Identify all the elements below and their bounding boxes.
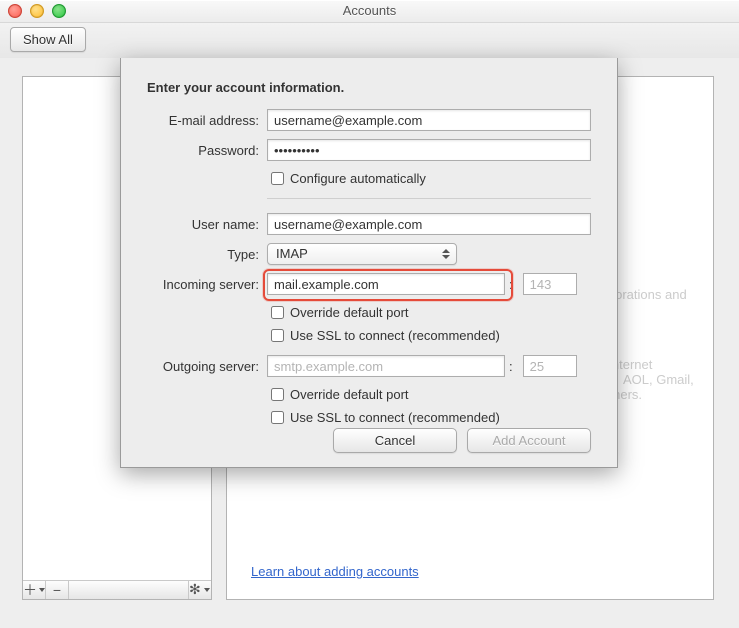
sidebar-footer: ＋ − xyxy=(23,580,211,599)
account-sheet: Enter your account information. E-mail a… xyxy=(120,58,618,468)
configure-auto-label: Configure automatically xyxy=(290,171,426,186)
email-label: E-mail address: xyxy=(147,113,259,128)
configure-auto-checkbox[interactable] xyxy=(271,172,284,185)
type-value: IMAP xyxy=(276,246,308,261)
username-field[interactable] xyxy=(267,213,591,235)
sheet-heading: Enter your account information. xyxy=(147,80,591,95)
override-port-label: Override default port xyxy=(290,305,409,320)
footer-spacer xyxy=(69,581,189,599)
dropdown-icon xyxy=(204,588,210,592)
username-label: User name: xyxy=(147,217,259,232)
outgoing-override-port-checkbox[interactable] xyxy=(271,388,284,401)
cancel-button[interactable]: Cancel xyxy=(333,428,457,453)
outgoing-label: Outgoing server: xyxy=(147,359,259,374)
dropdown-icon xyxy=(39,588,45,592)
gear-icon xyxy=(190,584,202,596)
password-field[interactable] xyxy=(267,139,591,161)
port-separator: : xyxy=(509,359,513,374)
use-ssl-label: Use SSL to connect (recommended) xyxy=(290,410,500,425)
action-menu-button[interactable] xyxy=(189,581,211,599)
learn-link[interactable]: Learn about adding accounts xyxy=(251,564,419,579)
incoming-override-port-checkbox[interactable] xyxy=(271,306,284,319)
port-separator: : xyxy=(509,277,513,292)
outgoing-port-field[interactable] xyxy=(523,355,577,377)
password-label: Password: xyxy=(147,143,259,158)
title-bar: Accounts xyxy=(0,0,739,23)
type-select[interactable]: IMAP xyxy=(267,243,457,265)
add-account-button[interactable]: ＋ xyxy=(23,581,46,599)
outgoing-server-field[interactable] xyxy=(267,355,505,377)
add-account-button[interactable]: Add Account xyxy=(467,428,591,453)
divider xyxy=(267,198,591,199)
incoming-label: Incoming server: xyxy=(147,277,259,292)
outgoing-use-ssl-checkbox[interactable] xyxy=(271,411,284,424)
updown-icon xyxy=(442,247,450,261)
override-port-label: Override default port xyxy=(290,387,409,402)
window-title: Accounts xyxy=(0,0,739,22)
remove-account-button[interactable]: − xyxy=(46,581,69,599)
incoming-server-field[interactable] xyxy=(267,273,505,295)
email-field[interactable] xyxy=(267,109,591,131)
incoming-port-field[interactable] xyxy=(523,273,577,295)
incoming-use-ssl-checkbox[interactable] xyxy=(271,329,284,342)
background-hint: AOL, Gmail, xyxy=(623,372,694,388)
use-ssl-label: Use SSL to connect (recommended) xyxy=(290,328,500,343)
type-label: Type: xyxy=(147,247,259,262)
show-all-button[interactable]: Show All xyxy=(10,27,86,52)
